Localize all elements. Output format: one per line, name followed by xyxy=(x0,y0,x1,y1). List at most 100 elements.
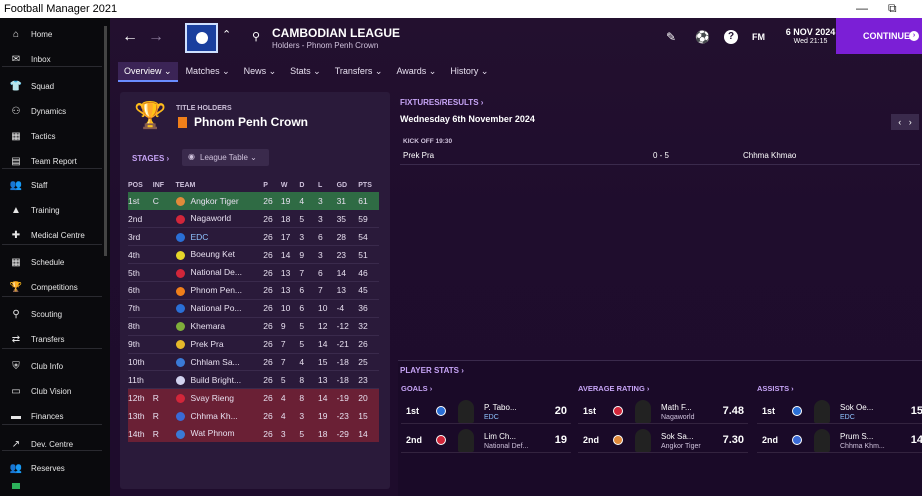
sidebar-item-medical-centre[interactable]: ✚ Medical Centre xyxy=(0,224,104,246)
tab-transfers[interactable]: Transfers ⌄ xyxy=(329,62,389,82)
player-avatar[interactable] xyxy=(458,400,474,423)
table-row[interactable]: 2nd Nagaworld 26 18 5 3 35 59 xyxy=(128,209,379,229)
table-row[interactable]: 1st C Angkor Tiger 26 19 4 3 31 61 xyxy=(128,192,379,210)
sidebar-item-dynamics[interactable]: ⚇ Dynamics xyxy=(0,100,104,122)
table-row[interactable]: 9th Prek Pra 26 7 5 14 -21 26 xyxy=(128,335,379,354)
player-club[interactable]: EDC xyxy=(484,414,499,421)
team-cell[interactable]: Phnom Pen... xyxy=(175,281,264,300)
back-button[interactable]: ← xyxy=(122,28,138,46)
sidebar-item-home[interactable]: ⌂ Home xyxy=(0,23,104,45)
player-club[interactable]: National Def... xyxy=(484,443,528,450)
player-stat-row[interactable]: 1st Math F... Nagaworld 7.48 xyxy=(578,398,748,424)
table-row[interactable]: 13th R Chhma Kh... 26 4 3 19 -23 15 xyxy=(128,406,379,425)
column-header-inf[interactable]: INF xyxy=(153,178,176,192)
column-header-team[interactable]: TEAM xyxy=(176,178,264,192)
table-row[interactable]: 10th Chhlam Sa... 26 7 4 15 -18 25 xyxy=(128,353,379,372)
team-name[interactable]: Boeung Ket xyxy=(191,249,235,259)
continue-button[interactable]: CONTINUE › xyxy=(836,18,922,54)
fm-menu-button[interactable]: FM xyxy=(752,32,765,42)
player-name[interactable]: P. Tabo... xyxy=(484,403,517,412)
team-cell[interactable]: Build Bright... xyxy=(175,370,264,390)
player-avatar[interactable] xyxy=(814,429,830,452)
table-row[interactable]: 11th Build Bright... 26 5 8 13 -18 23 xyxy=(128,370,379,390)
team-cell[interactable]: Chhlam Sa... xyxy=(175,353,264,372)
sidebar-item-dev-centre[interactable]: ↗ Dev. Centre xyxy=(0,433,104,455)
restore-button[interactable]: ⧉ xyxy=(888,1,897,16)
tab-history[interactable]: History ⌄ xyxy=(444,62,494,82)
tab-matches[interactable]: Matches ⌄ xyxy=(180,62,236,82)
club-crest-icon[interactable]: ⚽ xyxy=(695,30,710,44)
sidebar-item-schedule[interactable]: ▦ Schedule xyxy=(0,251,104,273)
stat-column-title[interactable]: AVERAGE RATING › xyxy=(578,384,748,393)
team-name[interactable]: Khemara xyxy=(191,321,226,331)
prev-day-button[interactable]: ‹ xyxy=(898,117,901,127)
sidebar-item-reserves[interactable]: 👥 Reserves xyxy=(0,457,104,479)
minimize-button[interactable]: — xyxy=(856,1,868,15)
column-header-gd[interactable]: GD xyxy=(337,178,359,192)
player-avatar[interactable] xyxy=(814,400,830,423)
player-name[interactable]: Lim Ch... xyxy=(484,432,516,441)
team-cell[interactable]: Angkor Tiger xyxy=(175,192,264,210)
stat-column-title[interactable]: GOALS › xyxy=(401,384,571,393)
tab-overview[interactable]: Overview ⌄ xyxy=(118,62,178,82)
team-name[interactable]: Angkor Tiger xyxy=(191,196,239,206)
player-stat-row[interactable]: 1st Sok Oe... EDC 15 xyxy=(757,398,922,424)
player-avatar[interactable] xyxy=(458,429,474,452)
player-club[interactable]: Angkor Tiger xyxy=(661,443,701,450)
team-cell[interactable]: Prek Pra xyxy=(175,335,264,354)
fixture-row[interactable]: Prek Pra 0 - 5 Chhma Khmao xyxy=(400,148,920,165)
crest-switch-icon[interactable]: ⌃ xyxy=(222,28,231,41)
table-row[interactable]: 4th Boeung Ket 26 14 9 3 23 51 xyxy=(128,245,379,265)
player-name[interactable]: Prum S... xyxy=(840,432,873,441)
table-row[interactable]: 12th R Svay Rieng 26 4 8 14 -19 20 xyxy=(128,388,379,407)
team-name[interactable]: Nagaworld xyxy=(191,213,232,223)
next-day-button[interactable]: › xyxy=(909,117,912,127)
player-club[interactable]: Nagaworld xyxy=(661,414,694,421)
team-cell[interactable]: National De... xyxy=(175,263,264,282)
team-name[interactable]: National De... xyxy=(191,267,243,277)
team-name[interactable]: Wat Phnom xyxy=(191,428,235,438)
search-icon[interactable]: ⚲ xyxy=(252,30,260,43)
player-name[interactable]: Math F... xyxy=(661,403,692,412)
fixture-score[interactable]: 0 - 5 xyxy=(653,151,669,160)
table-row[interactable]: 3rd EDC 26 17 3 6 28 54 xyxy=(128,227,379,247)
table-row[interactable]: 6th Phnom Pen... 26 13 6 7 13 45 xyxy=(128,281,379,300)
team-cell[interactable]: Khemara xyxy=(175,317,264,336)
table-row[interactable]: 8th Khemara 26 9 5 12 -12 32 xyxy=(128,317,379,336)
fixtures-link[interactable]: FIXTURES/RESULTS › xyxy=(400,98,483,107)
sidebar-item-club-vision[interactable]: ▭ Club Vision xyxy=(0,380,104,402)
team-cell[interactable]: Boeung Ket xyxy=(175,245,264,265)
team-cell[interactable]: Nagaworld xyxy=(175,209,264,229)
team-cell[interactable]: Svay Rieng xyxy=(175,388,264,407)
column-header-p[interactable]: P xyxy=(263,178,281,192)
team-name[interactable]: Build Bright... xyxy=(191,375,242,385)
column-header-pts[interactable]: PTS xyxy=(358,178,379,192)
stage-select[interactable]: ◉ League Table ⌄ xyxy=(182,149,269,166)
table-row[interactable]: 14th R Wat Phnom 26 3 5 18 -29 14 xyxy=(128,424,379,443)
player-club[interactable]: Chhma Khm... xyxy=(840,443,885,450)
player-stat-row[interactable]: 2nd Lim Ch... National Def... 19 xyxy=(401,427,571,453)
player-name[interactable]: Sok Oe... xyxy=(840,403,873,412)
column-header-w[interactable]: W xyxy=(281,178,300,192)
sidebar-item-transfers[interactable]: ⇄ Transfers xyxy=(0,328,104,350)
team-cell[interactable]: Chhma Kh... xyxy=(175,406,264,425)
title-holders-team[interactable]: Phnom Penh Crown xyxy=(194,115,308,129)
tab-stats[interactable]: Stats ⌄ xyxy=(284,62,327,82)
sidebar-item-competitions[interactable]: 🏆 Competitions xyxy=(0,276,104,298)
sidebar-item-staff[interactable]: 👥 Staff xyxy=(0,174,104,196)
column-header-pos[interactable]: POS xyxy=(128,178,153,192)
team-cell[interactable]: National Po... xyxy=(175,299,264,318)
table-row[interactable]: 7th National Po... 26 10 6 10 -4 36 xyxy=(128,299,379,318)
sidebar-scrollbar[interactable] xyxy=(104,26,107,256)
player-stats-link[interactable]: PLAYER STATS › xyxy=(400,366,464,375)
team-name[interactable]: National Po... xyxy=(191,303,242,313)
player-avatar[interactable] xyxy=(635,429,651,452)
player-stat-row[interactable]: 2nd Prum S... Chhma Khm... 14 xyxy=(757,427,922,453)
sidebar-item-tactics[interactable]: ▦ Tactics xyxy=(0,125,104,147)
sidebar-item-club-info[interactable]: ⛨ Club Info xyxy=(0,355,104,377)
column-header-l[interactable]: L xyxy=(318,178,337,192)
fixture-home-team[interactable]: Prek Pra xyxy=(403,151,434,160)
team-name[interactable]: Chhlam Sa... xyxy=(191,357,240,367)
team-name[interactable]: Prek Pra xyxy=(191,339,224,349)
tab-awards[interactable]: Awards ⌄ xyxy=(390,62,442,82)
